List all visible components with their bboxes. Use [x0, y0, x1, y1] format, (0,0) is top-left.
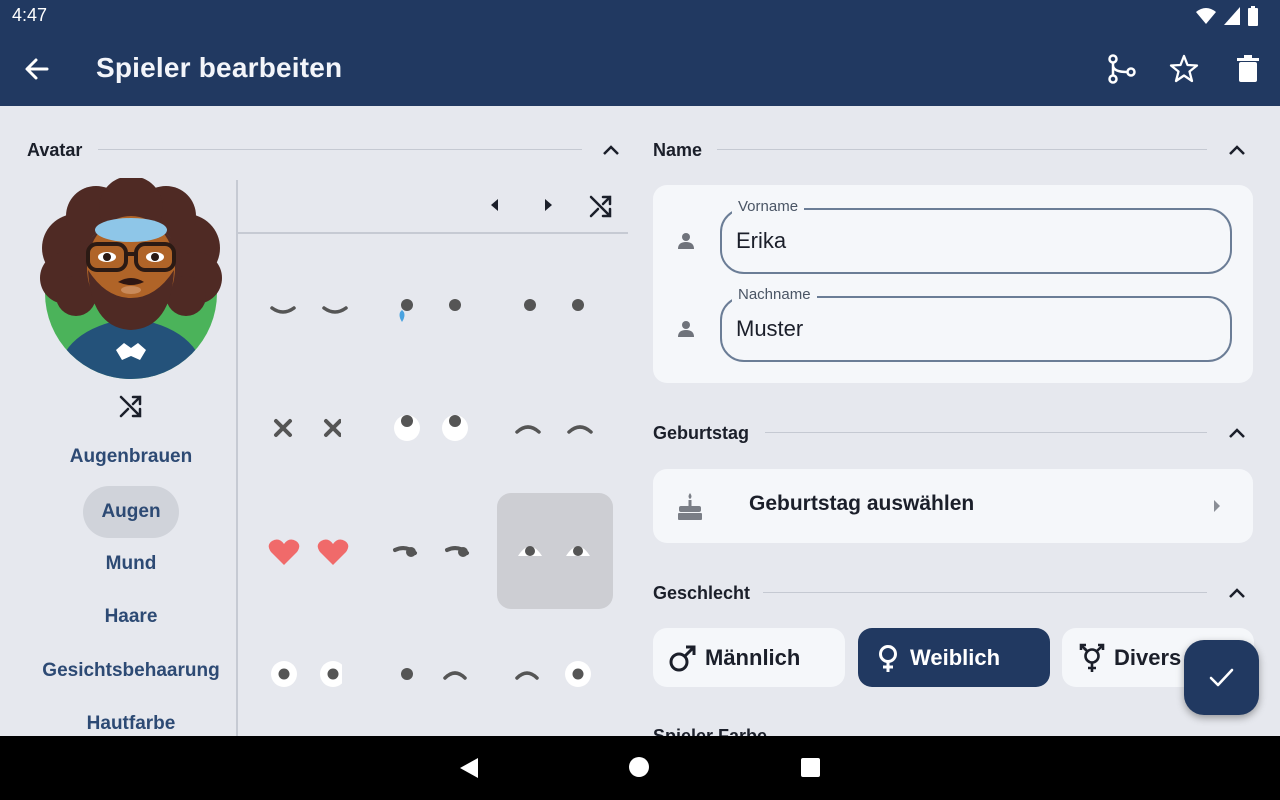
chevron-up-icon[interactable]: [599, 138, 623, 162]
transgender-symbol-icon: [1079, 643, 1105, 672]
category-mund[interactable]: Mund: [30, 553, 232, 575]
gender-male-label: Männlich: [705, 645, 801, 670]
eye-option-tear[interactable]: [373, 248, 489, 364]
page-title: Spieler bearbeiten: [96, 52, 343, 83]
eye-option-wink-side[interactable]: [373, 493, 489, 609]
section-divider: [765, 432, 1207, 433]
name-section-title: Name: [653, 140, 703, 160]
save-fab-button[interactable]: [1184, 640, 1259, 715]
status-time: 4:47: [12, 5, 48, 25]
nav-recents-icon[interactable]: [800, 757, 821, 778]
system-nav-bar: [0, 736, 1280, 800]
chevron-up-icon[interactable]: [1225, 138, 1249, 162]
arrow-left-icon[interactable]: [20, 52, 54, 86]
avatar-section-title: Avatar: [27, 140, 83, 160]
eye-option-surprised[interactable]: [373, 370, 489, 486]
section-divider: [763, 592, 1207, 593]
eye-option-cross[interactable]: [225, 370, 341, 486]
eye-option-wink-right[interactable]: [497, 616, 613, 732]
person-icon: [678, 321, 694, 337]
gender-female-label: Weiblich: [910, 645, 1001, 670]
category-augen[interactable]: Augen: [83, 486, 179, 538]
first-name-field: Vorname: [720, 198, 1232, 274]
next-option-icon[interactable]: [533, 190, 563, 220]
category-gesichtsbehaarung[interactable]: Gesichtsbehaarung: [30, 660, 232, 682]
person-icon: [678, 233, 694, 249]
check-icon: [1209, 668, 1234, 687]
battery-icon: [1248, 6, 1258, 26]
eye-option-default-dots[interactable]: [497, 248, 613, 364]
gender-diverse-label: Divers: [1114, 645, 1182, 670]
shuffle-icon[interactable]: [586, 190, 616, 220]
chevron-up-icon[interactable]: [1225, 581, 1249, 605]
last-name-input[interactable]: [736, 312, 1196, 346]
first-name-input[interactable]: [736, 224, 1196, 258]
eye-option-squint[interactable]: [250, 248, 366, 364]
merge-icon[interactable]: [1104, 52, 1138, 86]
options-divider: [238, 232, 628, 234]
eye-option-wink-left[interactable]: [373, 616, 489, 732]
gender-male-button[interactable]: Männlich: [653, 628, 845, 687]
last-name-field: Nachname: [720, 286, 1232, 362]
gender-section-title: Geschlecht: [653, 583, 751, 603]
eye-option-round-eyes[interactable]: [226, 616, 342, 732]
avatar: [40, 178, 222, 379]
app-bar: Spieler bearbeiten: [0, 32, 1280, 106]
section-divider: [717, 149, 1207, 150]
section-divider: [98, 149, 582, 150]
birthday-section-title: Geburtstag: [653, 423, 750, 443]
last-name-label: Nachname: [732, 286, 817, 303]
star-outline-icon[interactable]: [1167, 52, 1201, 86]
eye-option-happy-selected[interactable]: [497, 493, 613, 609]
first-name-label: Vorname: [732, 198, 805, 215]
chevron-up-icon[interactable]: [1225, 421, 1249, 445]
nav-home-icon[interactable]: [628, 756, 650, 778]
nav-back-icon[interactable]: [458, 757, 480, 779]
category-hautfarbe[interactable]: Hautfarbe: [30, 713, 232, 735]
gender-female-button[interactable]: Weiblich: [858, 628, 1050, 687]
cake-icon: [678, 493, 702, 520]
eye-option-hearts[interactable]: [250, 493, 366, 609]
male-symbol-icon: [669, 645, 696, 672]
status-bar: 4:47: [0, 0, 1280, 32]
category-augenbrauen[interactable]: Augenbrauen: [30, 446, 232, 468]
wifi-icon: [1196, 8, 1216, 24]
chevron-right-icon: [1214, 500, 1220, 512]
trash-icon[interactable]: [1231, 52, 1265, 86]
birthday-button-label: Geburtstag auswählen: [749, 492, 975, 515]
eye-option-raised[interactable]: [497, 370, 613, 486]
signal-icon: [1224, 7, 1240, 25]
female-symbol-icon: [879, 645, 897, 672]
previous-option-icon[interactable]: [480, 190, 510, 220]
category-haare[interactable]: Haare: [30, 606, 232, 628]
shuffle-icon[interactable]: [116, 390, 146, 420]
